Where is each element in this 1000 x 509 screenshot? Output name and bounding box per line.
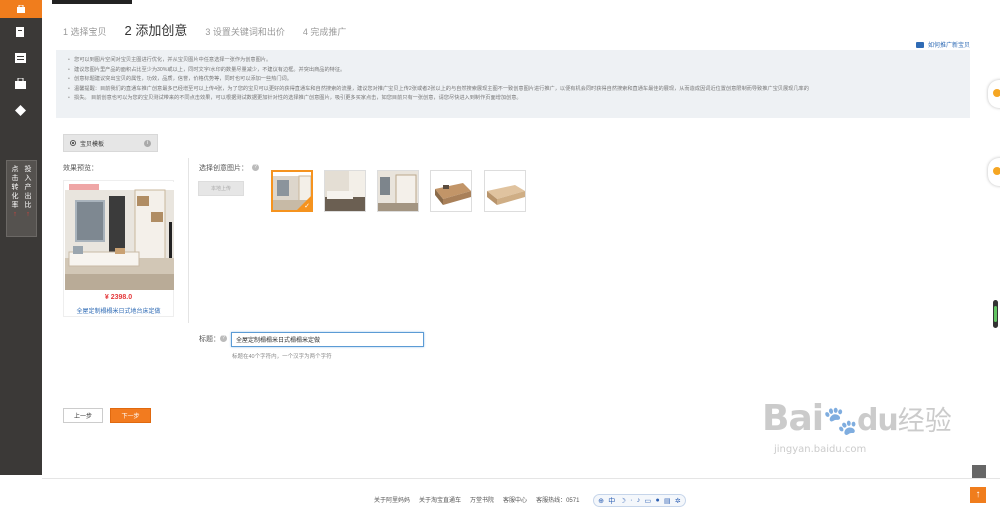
video-camera-icon xyxy=(915,41,924,48)
report-icon[interactable] xyxy=(12,50,28,66)
user-icon[interactable]: ● xyxy=(655,497,659,504)
tip-item: 建议您图片里产品的面积占比至少为30%或以上，同时文字/水印的数量尽量减少，不建… xyxy=(68,66,958,76)
creative-image-2[interactable] xyxy=(324,170,366,212)
diamond-icon[interactable] xyxy=(12,102,28,118)
user-icon[interactable] xyxy=(972,465,986,479)
preview-label: 效果预览： xyxy=(63,165,98,172)
help-icon[interactable]: ? xyxy=(220,335,227,342)
toolbox-icon[interactable] xyxy=(12,75,28,91)
template-radio-tab[interactable]: 宝贝模板 i xyxy=(63,134,158,152)
footer-links: 关于阿里妈妈 关于淘宝直通车 万堂书院 客服中心 客服热线：0571 xyxy=(374,495,588,504)
info-icon[interactable]: i xyxy=(144,140,151,147)
next-step-button[interactable]: 下一步 xyxy=(110,408,151,423)
punctuation-icon[interactable]: · xyxy=(630,497,632,504)
local-upload-button[interactable]: 本地上传 xyxy=(198,181,244,196)
promotion-nav-icon[interactable] xyxy=(0,0,42,18)
step-3: 3 设置关键词和出价 xyxy=(205,27,285,37)
creative-preview-card: ¥ 2398.0 全屋定制榻榻米日式地台床定做 xyxy=(63,180,174,317)
promo-col-roi: 投入产出比 ↑ xyxy=(24,166,32,218)
back-to-top-icon[interactable]: ↑ xyxy=(970,487,986,503)
left-sidebar: 点击转化率 ↑ 投入产出比 ↑ xyxy=(0,0,42,475)
baidu-watermark: Bai🐾du经验 jingyan.baidu.com xyxy=(762,398,952,455)
step-4: 4 完成推广 xyxy=(302,27,347,37)
page-header-fragment xyxy=(52,0,132,4)
scrollbar-thumb[interactable] xyxy=(993,300,998,328)
creative-title-input[interactable] xyxy=(231,332,424,347)
footer-divider xyxy=(42,478,1000,479)
step-2-current: 2 添加创意 xyxy=(124,23,188,38)
footer-link-service[interactable]: 客服中心 xyxy=(503,495,527,504)
step-1: 1 选择宝贝 xyxy=(63,27,107,37)
creative-image-5[interactable] xyxy=(484,170,526,212)
title-label: 标题： xyxy=(199,336,220,343)
footer-link-alimama[interactable]: 关于阿里妈妈 xyxy=(374,495,410,504)
preview-title[interactable]: 全屋定制榻榻米日式地台床定做 xyxy=(64,306,173,315)
ime-logo-icon[interactable]: ⊕ xyxy=(598,497,604,505)
keyboard-icon[interactable]: ▭ xyxy=(645,497,652,505)
preview-product-image xyxy=(65,182,174,290)
side-float-badge[interactable] xyxy=(988,80,1000,108)
tip-item: 温馨提醒：目前我们的直通车推广创意最多已经增至可以上传4张，为了您的宝贝可以更好… xyxy=(68,85,958,95)
creative-image-4[interactable] xyxy=(430,170,472,212)
footer-link-academy[interactable]: 万堂书院 xyxy=(470,495,494,504)
howto-video-link[interactable]: 如何推广新宝贝 xyxy=(915,40,970,49)
prev-step-button[interactable]: 上一步 xyxy=(63,408,103,423)
ime-language[interactable]: 中 xyxy=(608,496,615,506)
moon-icon[interactable]: ☽ xyxy=(620,497,626,505)
side-float-badge[interactable] xyxy=(988,158,1000,186)
tips-panel: 您可以到图片空间对宝贝主图进行优化，并从宝贝图片中任意选择一张作为创意图片。 建… xyxy=(56,50,970,118)
divider xyxy=(188,158,189,323)
ime-toolbar[interactable]: ⊕ 中 ☽ · ♪ ▭ ● ▤ ✲ xyxy=(593,494,686,507)
radio-selected-icon[interactable] xyxy=(70,140,76,146)
creative-image-1[interactable]: ✓ xyxy=(271,170,313,212)
creative-image-3[interactable] xyxy=(377,170,419,212)
tip-item: 损失。 目前创意也可以为您的宝贝测试带来的不同点击效果，可以根据测试数据更加针对… xyxy=(68,94,958,104)
settings-gear-icon[interactable]: ✲ xyxy=(675,497,681,505)
choose-image-label: 选择创意图片： xyxy=(199,165,248,172)
help-icon[interactable]: ? xyxy=(252,164,259,171)
tip-item: 您可以到图片空间对宝贝主图进行优化，并从宝贝图片中任意选择一张作为创意图片。 xyxy=(68,56,958,66)
document-icon[interactable] xyxy=(12,24,28,40)
footer-hotline: 客服热线：0571 xyxy=(536,498,580,504)
sidebar-promo-banner[interactable]: 点击转化率 ↑ 投入产出比 ↑ xyxy=(6,160,37,237)
tip-item: 创意标题建议突出宝贝的属性，功效，品质，信誉，价格优势等，同时也可以添加一些热门… xyxy=(68,75,958,85)
footer-link-ztc[interactable]: 关于淘宝直通车 xyxy=(419,495,461,504)
skin-icon[interactable]: ▤ xyxy=(664,497,671,505)
title-length-tip: 标题在40个字符内，一个汉字为两个字符 xyxy=(232,354,332,360)
promo-col-conversion: 点击转化率 ↑ xyxy=(11,166,19,218)
step-indicator: 1 选择宝贝 2 添加创意 3 设置关键词和出价 4 完成推广 xyxy=(63,20,364,39)
preview-price: ¥ 2398.0 xyxy=(104,294,133,301)
mic-icon[interactable]: ♪ xyxy=(637,497,641,504)
